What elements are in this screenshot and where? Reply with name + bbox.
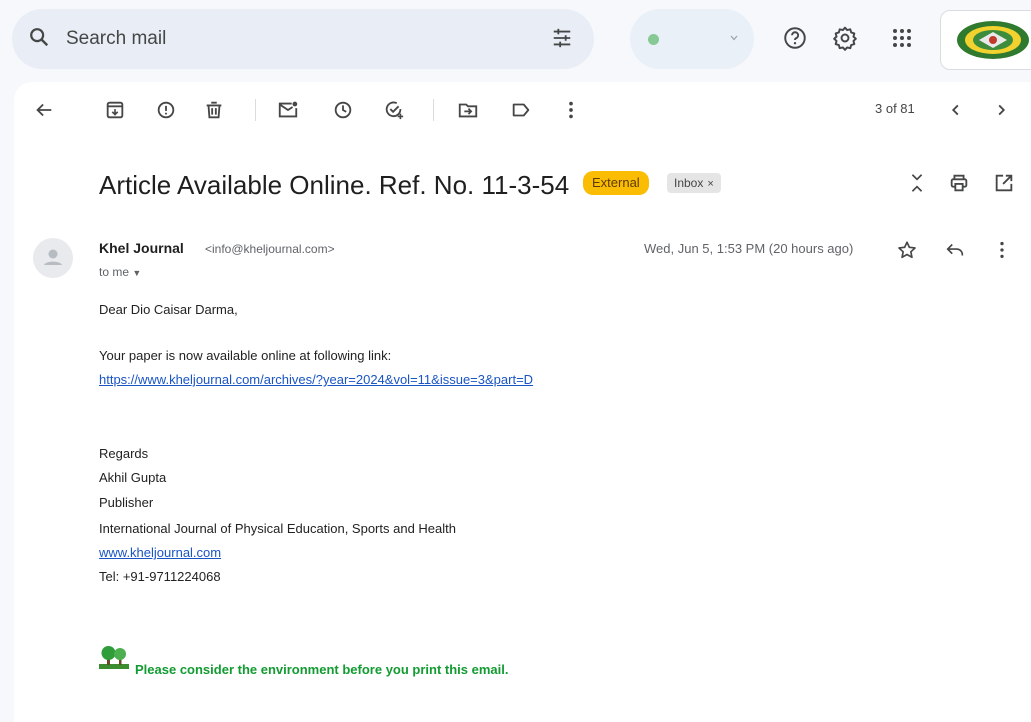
open-in-new-window-icon[interactable] xyxy=(993,172,1015,194)
recipient-details-toggle[interactable]: to me ▼ xyxy=(99,265,141,279)
report-spam-icon[interactable] xyxy=(155,99,177,121)
back-arrow-icon[interactable] xyxy=(33,99,55,121)
expand-all-icon[interactable] xyxy=(906,172,928,194)
inbox-label-text: Inbox xyxy=(674,176,704,190)
status-dot-icon xyxy=(648,34,659,45)
body-text: Your paper is now available online at fo… xyxy=(99,348,392,363)
search-icon[interactable] xyxy=(28,26,50,48)
chevron-down-icon[interactable] xyxy=(728,32,740,44)
more-vert-icon[interactable] xyxy=(560,99,582,121)
reply-icon[interactable] xyxy=(944,239,966,261)
remove-label-icon[interactable]: × xyxy=(707,178,713,190)
search-input[interactable]: Search mail xyxy=(66,28,166,50)
signature-organization: International Journal of Physical Educat… xyxy=(99,521,456,536)
caret-down-icon[interactable]: ▼ xyxy=(132,268,141,278)
website-link[interactable]: www.kheljournal.com xyxy=(99,545,221,560)
toolbar-separator xyxy=(433,99,434,121)
move-to-icon[interactable] xyxy=(457,99,479,121)
chevron-right-icon[interactable] xyxy=(990,99,1012,121)
add-to-tasks-icon[interactable] xyxy=(383,99,405,121)
star-icon[interactable] xyxy=(896,239,918,261)
toolbar-separator xyxy=(255,99,256,121)
sender-avatar[interactable] xyxy=(33,238,73,278)
delete-icon[interactable] xyxy=(203,99,225,121)
sender-email: <info@kheljournal.com> xyxy=(205,242,335,256)
search-options-icon[interactable] xyxy=(551,27,573,49)
email-date: Wed, Jun 5, 1:53 PM (20 hours ago) xyxy=(644,241,854,256)
signature-role: Publisher xyxy=(99,495,154,510)
snooze-icon[interactable] xyxy=(332,99,354,121)
pagination-count: 3 of 81 xyxy=(875,101,915,116)
recipient-text: to me xyxy=(99,265,130,279)
mark-unread-icon[interactable] xyxy=(277,99,299,121)
external-label-badge: External xyxy=(583,171,649,195)
signature-phone: Tel: +91-9711224068 xyxy=(99,569,221,584)
email-subject: Article Available Online. Ref. No. 11-3-… xyxy=(99,170,570,200)
account-logo-icon[interactable] xyxy=(955,18,1031,62)
label-icon[interactable] xyxy=(510,99,532,121)
article-link[interactable]: https://www.kheljournal.com/archives/?ye… xyxy=(99,372,533,387)
apps-icon[interactable] xyxy=(890,26,914,50)
person-icon xyxy=(44,249,62,265)
body-greeting: Dear Dio Caisar Darma, xyxy=(99,302,238,317)
chevron-left-icon[interactable] xyxy=(945,99,967,121)
gear-icon[interactable] xyxy=(832,25,858,51)
environment-footer: Please consider the environment before y… xyxy=(135,662,509,677)
signature-name: Akhil Gupta xyxy=(99,470,167,485)
inbox-label-badge[interactable]: Inbox × xyxy=(667,173,721,193)
sender-name[interactable]: Khel Journal xyxy=(99,240,184,256)
help-icon[interactable] xyxy=(782,25,808,51)
more-options-icon[interactable] xyxy=(991,239,1013,261)
print-icon[interactable] xyxy=(948,172,970,194)
signature-regards: Regards xyxy=(99,446,149,461)
tree-icon xyxy=(99,646,129,669)
archive-icon[interactable] xyxy=(104,99,126,121)
